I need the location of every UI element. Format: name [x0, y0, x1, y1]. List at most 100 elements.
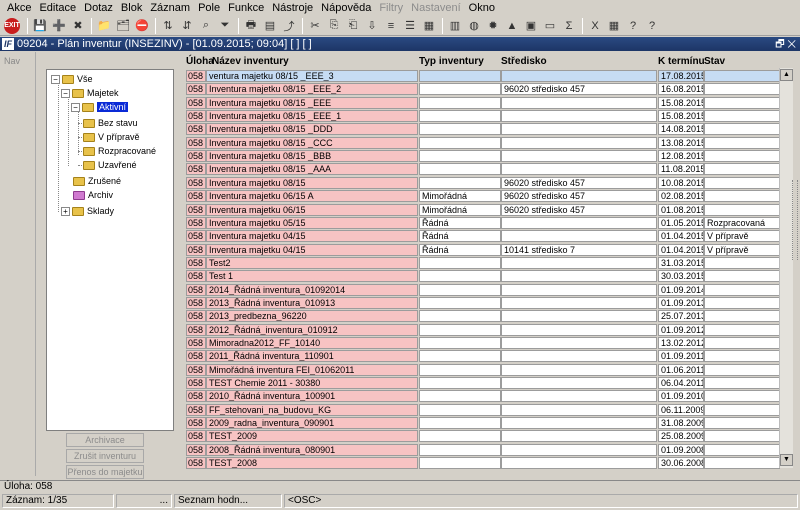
- menu-item[interactable]: Nástroje: [268, 2, 317, 14]
- cell-stav[interactable]: [704, 296, 780, 309]
- cell-typ[interactable]: Řádná: [419, 243, 501, 256]
- cell-stredisko[interactable]: [501, 323, 657, 336]
- cell-nazev[interactable]: Inventura majetku 04/15: [206, 243, 418, 256]
- cell-typ[interactable]: [419, 123, 501, 136]
- table-icon[interactable]: ▣: [522, 17, 540, 35]
- cell-uloha[interactable]: 058: [186, 216, 206, 229]
- cell-stredisko[interactable]: [501, 123, 657, 136]
- vertical-scrollbar[interactable]: ▲ ▼: [779, 68, 793, 468]
- table-row[interactable]: 058 2010_Řádná inventura_100901 01.09.2010: [186, 390, 780, 403]
- cell-stredisko[interactable]: [501, 403, 657, 416]
- cell-termin[interactable]: 30.06.2008: [658, 457, 704, 470]
- execute-query-icon[interactable]: 🗂: [114, 17, 132, 35]
- cell-stredisko[interactable]: [501, 377, 657, 390]
- tree-node-bez-stavu[interactable]: Bez stavu: [83, 116, 138, 130]
- cell-uloha[interactable]: 058: [186, 390, 206, 403]
- cell-nazev[interactable]: Mimořádná inventura FEI_01062011: [206, 363, 418, 376]
- cell-typ[interactable]: [419, 270, 501, 283]
- cell-stav[interactable]: [704, 83, 780, 96]
- cell-uloha[interactable]: 058: [186, 243, 206, 256]
- menu-item[interactable]: Dotaz: [80, 2, 117, 14]
- tree-node-v-priprave[interactable]: V přípravě: [83, 130, 140, 144]
- cell-termin[interactable]: 31.03.2015: [658, 256, 704, 269]
- cell-uloha[interactable]: 058: [186, 310, 206, 323]
- cell-nazev[interactable]: 2014_Řádná inventura_01092014: [206, 283, 418, 296]
- cell-stav[interactable]: [704, 96, 780, 109]
- list-icon[interactable]: ☰: [401, 17, 419, 35]
- table-row[interactable]: 058 Mimoradna2012_FF_10140 13.02.2012: [186, 337, 780, 349]
- resize-grip[interactable]: [792, 180, 798, 260]
- cell-nazev[interactable]: Inventura majetku 04/15: [206, 230, 418, 243]
- cell-termin[interactable]: 01.04.2015: [658, 230, 704, 243]
- cell-stav[interactable]: [704, 203, 780, 216]
- cell-stav[interactable]: [704, 163, 780, 176]
- cell-termin[interactable]: 01.04.2015: [658, 243, 704, 256]
- cell-stav[interactable]: [704, 363, 780, 376]
- cell-typ[interactable]: [419, 256, 501, 269]
- sum-icon[interactable]: Σ: [560, 17, 578, 35]
- window-controls[interactable]: 🗗 ✕: [775, 37, 796, 54]
- cell-stav[interactable]: [704, 256, 780, 269]
- table-row[interactable]: 058 Inventura majetku 05/15 Řádná 01.05.201…: [186, 216, 780, 229]
- col-header-typ[interactable]: Typ inventury: [419, 56, 484, 67]
- table-row[interactable]: 058 2014_Řádná inventura_01092014 01.09.20…: [186, 283, 780, 296]
- cell-termin[interactable]: 17.08.2015: [658, 70, 704, 82]
- excel-icon[interactable]: X: [586, 17, 604, 35]
- cell-termin[interactable]: 01.09.2008: [658, 443, 704, 456]
- cell-nazev[interactable]: 2011_Řádná inventura_110901: [206, 350, 418, 363]
- table-row[interactable]: 058 Mimořádná inventura FEI_01062011 01.06…: [186, 363, 780, 376]
- cell-typ[interactable]: [419, 163, 501, 176]
- cell-stredisko[interactable]: [501, 70, 657, 82]
- table-row[interactable]: 058 Inventura majetku 04/15 Řádná 01.04.201…: [186, 230, 780, 243]
- table-row[interactable]: 058 Inventura majetku 06/15 Mimořádná 96020…: [186, 203, 780, 216]
- tree-node-zrusene[interactable]: Zrušené: [73, 174, 121, 188]
- menu-item[interactable]: Editace: [35, 2, 80, 14]
- cell-typ[interactable]: Řádná: [419, 216, 501, 229]
- menu-item[interactable]: Nápověda: [317, 2, 375, 14]
- fill-down-icon[interactable]: ⇩: [363, 17, 381, 35]
- cell-termin[interactable]: 16.08.2015: [658, 83, 704, 96]
- cell-stav[interactable]: [704, 403, 780, 416]
- cell-typ[interactable]: Mimořádná: [419, 190, 501, 203]
- cut-icon[interactable]: ✂: [306, 17, 324, 35]
- cell-uloha[interactable]: 058: [186, 377, 206, 390]
- cell-uloha[interactable]: 058: [186, 203, 206, 216]
- cell-stredisko[interactable]: [501, 350, 657, 363]
- cell-typ[interactable]: [419, 296, 501, 309]
- cell-stredisko[interactable]: 96020 středisko 457: [501, 83, 657, 96]
- cell-uloha[interactable]: 058: [186, 363, 206, 376]
- cell-stav[interactable]: [704, 417, 780, 430]
- cell-stredisko[interactable]: 96020 středisko 457: [501, 203, 657, 216]
- cell-nazev[interactable]: Inventura majetku 08/15 _DDD: [206, 123, 418, 136]
- cell-uloha[interactable]: 058: [186, 417, 206, 430]
- table-row[interactable]: 058 Test 1 30.03.2015: [186, 270, 780, 283]
- collapse-icon[interactable]: −: [51, 74, 60, 84]
- cell-stav[interactable]: [704, 123, 780, 136]
- document-icon[interactable]: ▥: [446, 17, 464, 35]
- cell-stredisko[interactable]: [501, 310, 657, 323]
- cell-termin[interactable]: 15.08.2015: [658, 110, 704, 123]
- cell-stav[interactable]: [704, 323, 780, 336]
- table-row[interactable]: 058 2013_Řádná inventura_010913 01.09.2013: [186, 296, 780, 309]
- collapse-icon[interactable]: −: [71, 102, 80, 112]
- cell-termin[interactable]: 12.08.2015: [658, 150, 704, 163]
- prenos-do-majetku-button[interactable]: Přenos do majetku: [66, 465, 144, 479]
- cell-nazev[interactable]: 2009_radna_inventura_090901: [206, 417, 418, 430]
- screen-icon[interactable]: ▭: [541, 17, 559, 35]
- table-row[interactable]: 058 TEST_2008 30.06.2008: [186, 457, 780, 470]
- cell-typ[interactable]: [419, 110, 501, 123]
- cell-typ[interactable]: [419, 150, 501, 163]
- cell-termin[interactable]: 01.09.2011: [658, 350, 704, 363]
- zrusit-inventuru-button[interactable]: Zrušit inventuru: [66, 449, 144, 463]
- cell-stredisko[interactable]: [501, 417, 657, 430]
- table-row[interactable]: 058 Inventura majetku 08/15 96020 středisk…: [186, 176, 780, 189]
- cell-nazev[interactable]: 2012_Řádná_inventura_010912: [206, 323, 418, 336]
- tree-node-majetek[interactable]: − Majetek: [61, 86, 119, 100]
- table-row[interactable]: 058 Inventura majetku 08/15 _EEE_2 96020 s…: [186, 83, 780, 96]
- cell-stav[interactable]: [704, 390, 780, 403]
- cell-uloha[interactable]: 058: [186, 190, 206, 203]
- tree-node-uzavrene[interactable]: Uzavřené: [83, 158, 137, 172]
- cell-stav[interactable]: [704, 430, 780, 443]
- cell-termin[interactable]: 15.08.2015: [658, 96, 704, 109]
- cell-stav[interactable]: [704, 70, 780, 82]
